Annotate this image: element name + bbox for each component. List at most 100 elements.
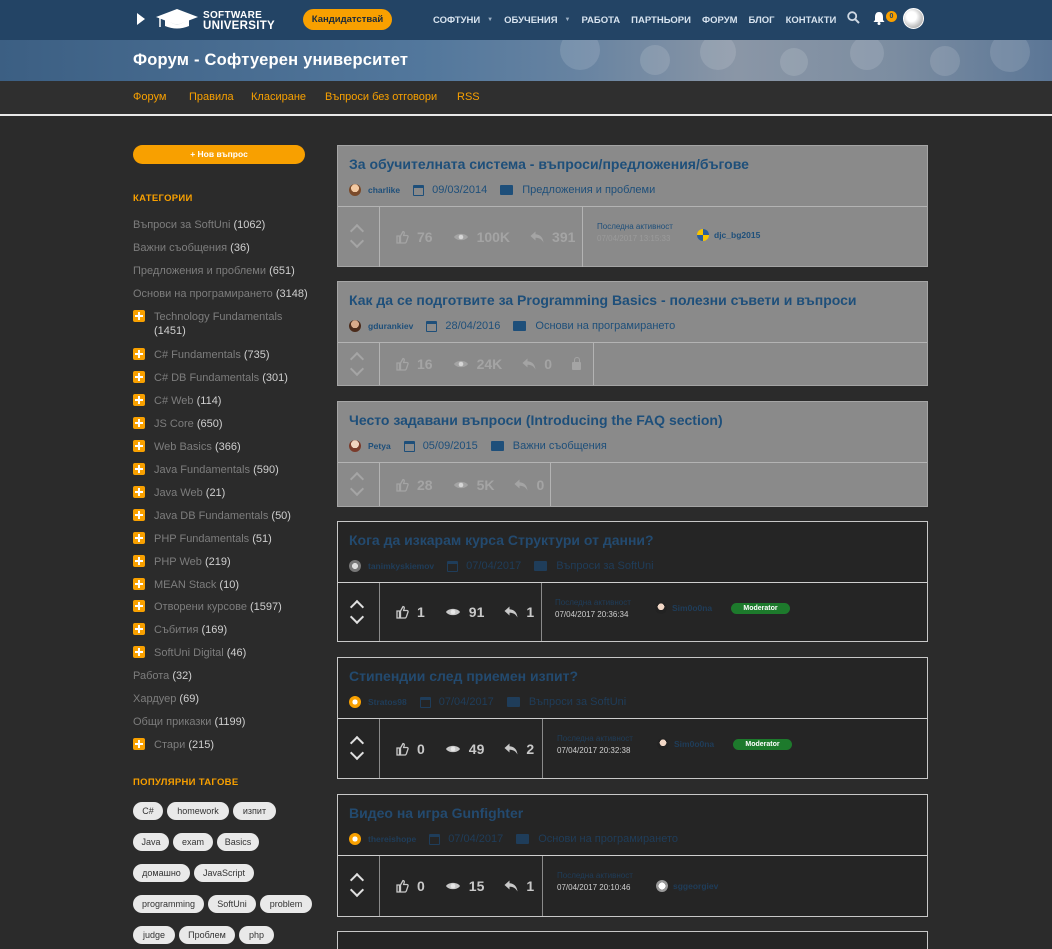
tag[interactable]: изпит: [233, 802, 276, 820]
play-icon[interactable]: [137, 13, 145, 25]
last-poster[interactable]: djc_bg2015: [697, 229, 760, 241]
author-avatar[interactable]: [349, 184, 361, 196]
post-title[interactable]: Кога да изкарам курса Структури от данни…: [349, 532, 654, 548]
category-item[interactable]: Стари (215): [154, 739, 214, 751]
subnav-forum[interactable]: Форум: [133, 91, 166, 103]
post-title[interactable]: Стипендии след приемен изпит?: [349, 668, 578, 684]
post-category[interactable]: Въпроси за SoftUni: [556, 560, 653, 572]
tag[interactable]: exam: [173, 833, 213, 851]
menu-blog[interactable]: БЛОГ: [749, 15, 775, 26]
expand-icon[interactable]: [133, 509, 145, 521]
tag[interactable]: SoftUni: [208, 895, 256, 913]
post-title[interactable]: За обучителната система - въпроси/предло…: [349, 156, 749, 172]
subnav-ranking[interactable]: Класиране: [251, 91, 306, 103]
last-poster[interactable]: Sim0o0na: [657, 738, 714, 750]
category-item[interactable]: Въпроси за SoftUni (1062): [133, 219, 265, 231]
expand-icon[interactable]: [133, 532, 145, 544]
category-item[interactable]: SoftUni Digital (46): [154, 647, 246, 659]
category-item[interactable]: C# Web (114): [154, 395, 221, 407]
expand-icon[interactable]: [133, 371, 145, 383]
post-category[interactable]: Важни съобщения: [513, 440, 607, 452]
post-title[interactable]: Как да се подготвите за Programming Basi…: [349, 292, 857, 308]
expand-icon[interactable]: [133, 394, 145, 406]
last-poster[interactable]: Sim0o0na: [655, 602, 712, 614]
category-item[interactable]: Java Web (21): [154, 487, 225, 499]
tag[interactable]: C#: [133, 802, 163, 820]
expand-icon[interactable]: [133, 348, 145, 360]
expand-icon[interactable]: [133, 555, 145, 567]
category-item[interactable]: PHP Fundamentals (51): [154, 533, 272, 545]
menu-jobs[interactable]: РАБОТА: [582, 15, 621, 26]
menu-forum[interactable]: ФОРУМ: [702, 15, 738, 26]
tag[interactable]: JavaScript: [194, 864, 254, 882]
post-category[interactable]: Предложения и проблеми: [522, 184, 655, 196]
subnav-unanswered[interactable]: Въпроси без отговори: [325, 91, 437, 103]
tag[interactable]: Basics: [217, 833, 259, 851]
post-author[interactable]: Petya: [368, 441, 391, 451]
category-item[interactable]: Важни съобщения (36): [133, 242, 250, 254]
category-item[interactable]: Хардуер (69): [133, 693, 199, 705]
softuni-logo[interactable]: SOFTWARE UNIVERSITY: [155, 6, 290, 34]
expand-icon[interactable]: [133, 623, 145, 635]
expand-icon[interactable]: [133, 646, 145, 658]
menu-softuni[interactable]: СОФТУНИ ▼: [433, 15, 493, 26]
expand-icon[interactable]: [133, 310, 145, 322]
tag[interactable]: Java: [133, 833, 169, 851]
tag[interactable]: домашно: [133, 864, 190, 882]
subnav-rss[interactable]: RSS: [457, 91, 480, 103]
tag[interactable]: homework: [167, 802, 229, 820]
tag[interactable]: php: [239, 926, 274, 944]
expand-icon[interactable]: [133, 600, 145, 612]
tag[interactable]: problem: [260, 895, 312, 913]
category-item[interactable]: JS Core (650): [154, 418, 223, 430]
search-icon[interactable]: [847, 11, 860, 24]
post-category[interactable]: Основи на програмирането: [538, 833, 678, 845]
expand-icon[interactable]: [133, 463, 145, 475]
author-avatar[interactable]: [349, 833, 361, 845]
category-item[interactable]: Събития (169): [154, 624, 227, 636]
category-item[interactable]: Java Fundamentals (590): [154, 464, 279, 476]
category-item[interactable]: C# Fundamentals (735): [154, 349, 270, 361]
tag[interactable]: Проблем: [179, 926, 235, 944]
expand-icon[interactable]: [133, 486, 145, 498]
post-author[interactable]: thereishope: [368, 834, 416, 844]
downvote-icon[interactable]: [349, 745, 365, 761]
category-item[interactable]: PHP Web (219): [154, 556, 231, 568]
expand-icon[interactable]: [133, 578, 145, 590]
last-poster[interactable]: sggeorgiev: [656, 880, 718, 892]
author-avatar[interactable]: [349, 696, 361, 708]
post-title[interactable]: Видео на игра Gunfighter: [349, 805, 523, 821]
post-title[interactable]: Често задавани въпроси (Introducing the …: [349, 412, 723, 428]
category-item[interactable]: Web Basics (366): [154, 441, 241, 453]
menu-partners[interactable]: ПАРТНЬОРИ: [631, 15, 691, 26]
tag[interactable]: programming: [133, 895, 204, 913]
menu-trainings[interactable]: ОБУЧЕНИЯ ▼: [504, 15, 570, 26]
user-avatar[interactable]: [903, 8, 924, 29]
downvote-icon[interactable]: [349, 882, 365, 898]
downvote-icon[interactable]: [349, 233, 365, 249]
downvote-icon[interactable]: [349, 361, 365, 377]
apply-button[interactable]: Кандидатствай: [303, 9, 392, 30]
downvote-icon[interactable]: [349, 609, 365, 625]
author-avatar[interactable]: [349, 440, 361, 452]
category-item[interactable]: Основи на програмирането (3148): [133, 288, 308, 300]
post-author[interactable]: gdurankiev: [368, 321, 413, 331]
category-item[interactable]: Java DB Fundamentals (50): [154, 510, 291, 522]
category-item[interactable]: Предложения и проблеми (651): [133, 265, 295, 277]
post-author[interactable]: tanimkyskiemov: [368, 561, 434, 571]
category-item[interactable]: Отворени курсове (1597): [154, 601, 282, 613]
category-item[interactable]: Technology Fundamentals: [154, 311, 282, 323]
menu-contacts[interactable]: КОНТАКТИ: [786, 15, 837, 26]
category-item[interactable]: C# DB Fundamentals (301): [154, 372, 288, 384]
category-item[interactable]: Общи приказки (1199): [133, 716, 245, 728]
new-question-button[interactable]: + Нов въпрос: [133, 145, 305, 164]
post-category[interactable]: Основи на програмирането: [535, 320, 675, 332]
post-author[interactable]: Stratos98: [368, 697, 407, 707]
expand-icon[interactable]: [133, 417, 145, 429]
subnav-rules[interactable]: Правила: [189, 91, 234, 103]
post-category[interactable]: Въпроси за SoftUni: [529, 696, 626, 708]
author-avatar[interactable]: [349, 320, 361, 332]
category-item[interactable]: MEAN Stack (10): [154, 579, 239, 591]
bell-icon[interactable]: [872, 11, 886, 25]
post-author[interactable]: charlike: [368, 185, 400, 195]
